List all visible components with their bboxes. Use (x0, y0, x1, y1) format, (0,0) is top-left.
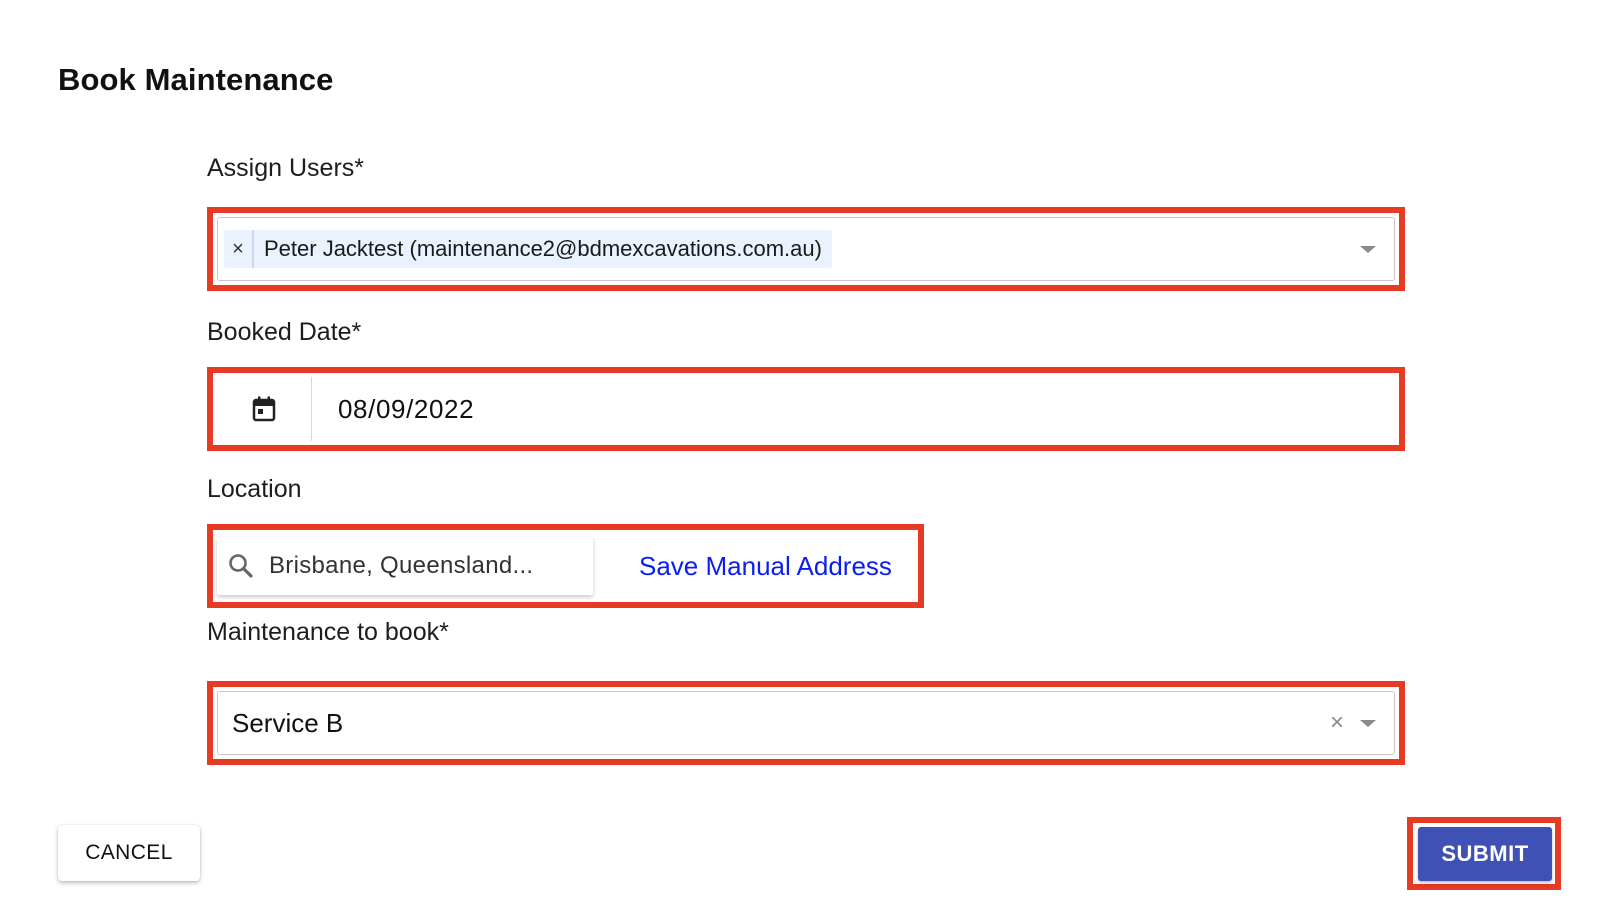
chip-label: Peter Jacktest (maintenance2@bdmexcavati… (264, 236, 822, 261)
booked-date-value[interactable]: 08/09/2022 (312, 377, 474, 441)
cancel-button[interactable]: CANCEL (58, 825, 200, 881)
chip-remove-button[interactable]: × (224, 230, 254, 268)
location-label: Location (207, 475, 302, 503)
booked-date-label: Booked Date* (207, 318, 362, 346)
assign-users-highlight: × Peter Jacktest (maintenance2@bdmexcava… (207, 207, 1405, 291)
maintenance-highlight: Service B × (207, 681, 1405, 765)
dialog-title: Book Maintenance (58, 62, 334, 97)
location-search-input[interactable]: Brisbane, Queensland... (217, 537, 593, 595)
search-icon (221, 553, 261, 579)
calendar-button[interactable] (217, 377, 312, 441)
chevron-down-icon[interactable] (1360, 246, 1376, 253)
user-chip: × Peter Jacktest (maintenance2@bdmexcava… (224, 230, 832, 268)
assign-users-label: Assign Users* (207, 154, 364, 182)
maintenance-value: Service B (232, 707, 344, 738)
location-search-value: Brisbane, Queensland... (269, 552, 534, 579)
maintenance-label: Maintenance to book* (207, 618, 449, 646)
maintenance-select[interactable]: Service B × (217, 691, 1395, 755)
assign-users-select[interactable]: × Peter Jacktest (maintenance2@bdmexcava… (217, 217, 1395, 281)
submit-highlight: SUBMIT (1407, 817, 1561, 890)
location-highlight: Brisbane, Queensland... Save Manual Addr… (207, 524, 924, 608)
clear-icon[interactable]: × (1330, 709, 1344, 737)
submit-button[interactable]: SUBMIT (1418, 827, 1552, 881)
booked-date-field[interactable]: 08/09/2022 (217, 377, 1395, 441)
location-row: Brisbane, Queensland... Save Manual Addr… (217, 534, 914, 598)
calendar-icon (252, 396, 276, 422)
book-maintenance-dialog: Book Maintenance Assign Users* × Peter J… (0, 0, 1600, 908)
chevron-down-icon[interactable] (1360, 720, 1376, 727)
save-manual-address-link[interactable]: Save Manual Address (639, 551, 892, 582)
booked-date-highlight: 08/09/2022 (207, 367, 1405, 451)
